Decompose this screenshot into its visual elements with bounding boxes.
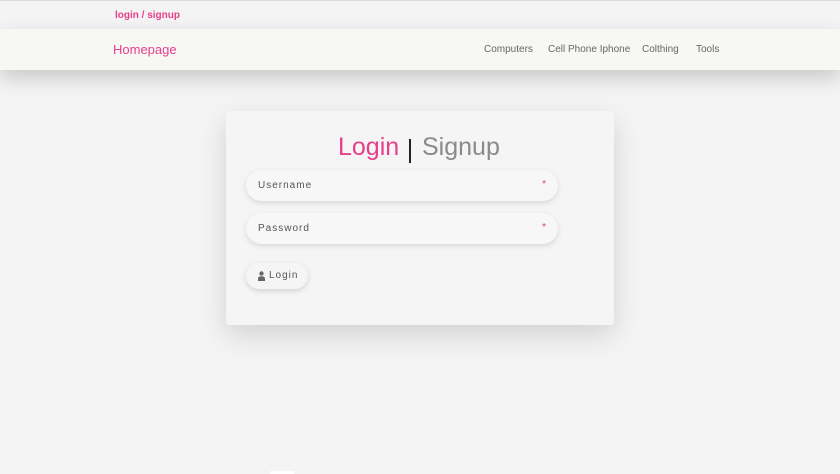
tab-signup[interactable]: Signup bbox=[422, 133, 500, 162]
login-button-label: Login bbox=[269, 270, 299, 281]
nav-link-cell-phone-iphone[interactable]: Cell Phone Iphone bbox=[548, 44, 630, 55]
nav-link-clothing[interactable]: Colthing bbox=[642, 44, 679, 55]
nav-links: Computers Cell Phone Iphone Colthing Too… bbox=[0, 44, 840, 58]
auth-tabs: Login Signup bbox=[226, 133, 614, 167]
page: login / signup Homepage Computers Cell P… bbox=[0, 0, 840, 474]
tab-divider bbox=[409, 139, 411, 163]
password-required-marker: * bbox=[542, 222, 546, 233]
auth-card: Login Signup * * Login bbox=[226, 111, 614, 325]
top-utility-bar: login / signup bbox=[0, 1, 840, 29]
username-field: * bbox=[246, 170, 558, 201]
nav-link-tools[interactable]: Tools bbox=[696, 44, 719, 55]
password-input[interactable] bbox=[258, 213, 528, 244]
main-navbar: Homepage Computers Cell Phone Iphone Col… bbox=[0, 29, 840, 70]
tab-login[interactable]: Login bbox=[338, 133, 399, 162]
nav-link-computers[interactable]: Computers bbox=[484, 44, 533, 55]
login-signup-link[interactable]: login / signup bbox=[115, 10, 180, 21]
user-icon bbox=[258, 271, 265, 281]
login-button[interactable]: Login bbox=[246, 263, 308, 289]
username-required-marker: * bbox=[542, 179, 546, 190]
username-input[interactable] bbox=[258, 170, 528, 201]
password-field: * bbox=[246, 213, 558, 244]
